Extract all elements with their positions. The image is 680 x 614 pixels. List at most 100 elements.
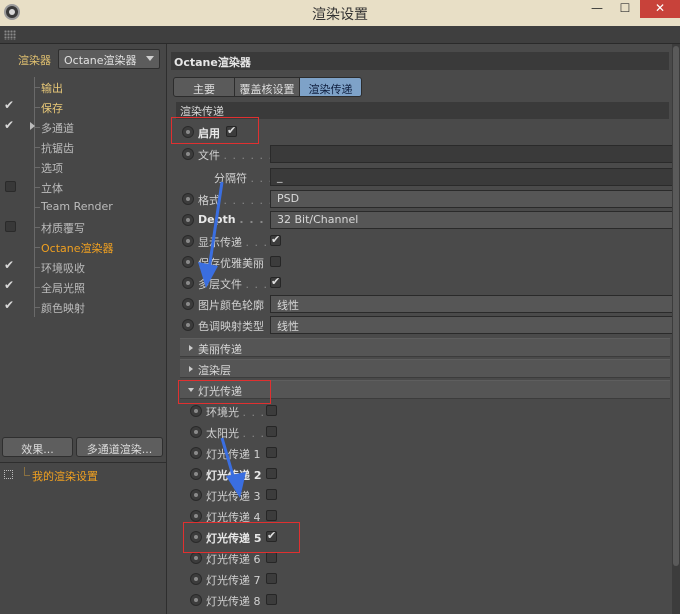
file-input[interactable] (270, 145, 680, 163)
tree-item[interactable]: 抗锯齿 (0, 137, 167, 157)
tree-item[interactable]: 全局光照 (0, 277, 167, 297)
tree-item-checkbox-checked[interactable] (4, 258, 16, 272)
animate-radio[interactable] (182, 193, 194, 205)
light-pass-checkbox[interactable] (266, 468, 277, 479)
group-render-layer[interactable]: 渲染层 (180, 359, 670, 378)
animate-radio[interactable] (190, 426, 202, 438)
renderer-select[interactable]: Octane渲染器 (58, 49, 160, 69)
tree-item-checkbox[interactable] (5, 221, 16, 232)
light-pass-checkbox[interactable] (266, 594, 277, 605)
animate-radio[interactable] (190, 489, 202, 501)
separator-input[interactable]: _ (270, 168, 680, 186)
chevron-right-icon (189, 345, 193, 351)
tree-item[interactable]: Octane渲染器 (0, 237, 167, 257)
color-profile-select[interactable]: 线性 (270, 295, 680, 313)
tree-item-label: Octane渲染器 (41, 242, 114, 255)
animate-radio[interactable] (182, 319, 194, 331)
light-pass-checkbox[interactable] (266, 405, 277, 416)
animate-radio[interactable] (190, 573, 202, 585)
tree-item[interactable]: 保存 (0, 97, 167, 117)
window-title: 渲染设置 (312, 7, 368, 23)
animate-radio[interactable] (182, 277, 194, 289)
group-render-layer-label: 渲染层 (198, 364, 231, 377)
tree-connector (24, 475, 30, 476)
tree-item[interactable]: 立体 (0, 177, 167, 197)
multilayer-checkbox[interactable] (270, 275, 281, 288)
tab-override-kernel[interactable]: 覆盖核设置 (234, 77, 300, 97)
keep-beauty-label: 保存优雅美丽 (198, 257, 264, 270)
multilayer-label-text: 多层文件 (198, 278, 242, 291)
light-pass-checkbox[interactable] (266, 489, 277, 500)
close-button[interactable]: ✕ (640, 0, 680, 18)
tree-item-checkbox-checked[interactable] (4, 98, 16, 112)
light-pass-checkbox[interactable] (266, 573, 277, 584)
tab-render-pass[interactable]: 渲染传递 (299, 77, 362, 97)
animate-radio[interactable] (190, 468, 202, 480)
tree-item-label: 材质覆写 (41, 222, 85, 235)
chevron-down-icon (146, 56, 154, 61)
format-select[interactable]: PSD (270, 190, 680, 208)
tree-item[interactable]: Team Render (0, 197, 167, 217)
tree-connector (34, 187, 40, 188)
tree-connector (34, 147, 40, 148)
animate-radio[interactable] (182, 256, 194, 268)
animate-radio[interactable] (190, 510, 202, 522)
tree-item-checkbox-checked[interactable] (4, 278, 16, 292)
light-pass-label: 太阳光 . . . . (206, 425, 274, 441)
light-pass-checkbox[interactable] (266, 510, 277, 521)
animate-radio[interactable] (182, 235, 194, 247)
annotation-box-enable (171, 117, 259, 144)
depth-select[interactable]: 32 Bit/Channel (270, 211, 680, 229)
show-passes-label: 显示传递 . . . . (198, 234, 277, 250)
tree-item-checkbox[interactable] (5, 181, 16, 192)
keep-beauty-checkbox[interactable] (270, 256, 281, 267)
light-pass-label: 灯光传递 6 (206, 551, 261, 567)
chevron-right-icon[interactable] (30, 122, 35, 130)
light-pass-checkbox[interactable] (266, 426, 277, 437)
tree-item-checkbox-checked[interactable] (4, 118, 16, 132)
format-row: 格式 . . . . . . . PSD (180, 189, 680, 209)
tree-item[interactable]: 材质覆写 (0, 217, 167, 237)
light-pass-checkbox[interactable] (266, 552, 277, 563)
annotation-box-light-pass-5 (183, 522, 300, 553)
light-pass-label: 灯光传递 2 (206, 467, 261, 483)
tree-connector (34, 167, 40, 168)
show-passes-checkbox[interactable] (270, 233, 281, 246)
animate-radio[interactable] (190, 405, 202, 417)
file-label-text: 文件 (198, 149, 220, 162)
tree-item[interactable]: 多通道 (0, 117, 167, 137)
tab-main[interactable]: 主要 (173, 77, 235, 97)
light-pass-row: 灯光传递 2 (188, 464, 668, 484)
title-bar: 渲染设置 — ☐ ✕ (0, 0, 680, 26)
tree-item-label: 保存 (41, 102, 63, 115)
effect-button[interactable]: 效果... (2, 437, 73, 457)
scrollbar[interactable] (672, 44, 680, 614)
light-pass-checkbox[interactable] (266, 447, 277, 458)
animate-radio[interactable] (190, 552, 202, 564)
tree-item-checkbox-checked[interactable] (4, 298, 16, 312)
expand-icon[interactable] (4, 470, 13, 479)
minimize-button[interactable]: — (584, 0, 610, 18)
group-beauty-passes[interactable]: 美丽传递 (180, 338, 670, 357)
animate-radio[interactable] (182, 298, 194, 310)
tree-connector (34, 87, 40, 88)
multipass-render-button[interactable]: 多通道渲染... (76, 437, 163, 457)
tonemap-type-select[interactable]: 线性 (270, 316, 680, 334)
maximize-button[interactable]: ☐ (612, 0, 638, 18)
depth-label-text: Depth (198, 213, 236, 226)
tree-item[interactable]: 环境吸收 (0, 257, 167, 277)
my-render-settings-item[interactable]: 我的渲染设置 (32, 468, 98, 484)
tree-item[interactable]: 选项 (0, 157, 167, 177)
tree-item[interactable]: 颜色映射 (0, 297, 167, 317)
animate-radio[interactable] (182, 214, 194, 226)
animate-radio[interactable] (190, 447, 202, 459)
scroll-thumb[interactable] (673, 46, 679, 566)
animate-radio[interactable] (190, 594, 202, 606)
light-pass-label-text: 灯光传递 8 (206, 595, 261, 608)
animate-radio[interactable] (182, 148, 194, 160)
grip-icon[interactable] (4, 30, 16, 40)
annotation-box-light-passes (178, 380, 271, 404)
tree-item[interactable]: 输出 (0, 77, 167, 97)
renderer-label: 渲染器 (18, 54, 51, 67)
chevron-right-icon (189, 366, 193, 372)
